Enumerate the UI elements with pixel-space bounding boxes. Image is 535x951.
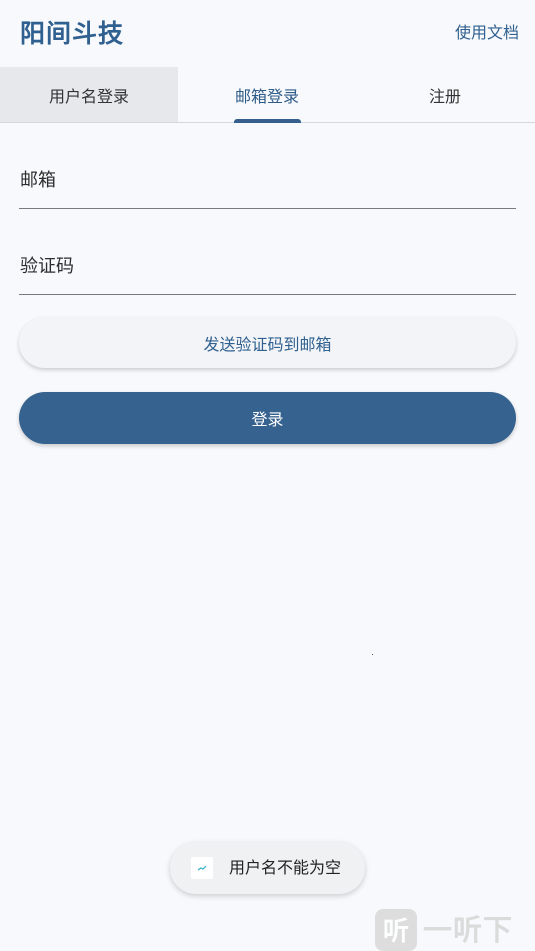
tab-label: 注册	[428, 86, 461, 106]
verification-code-field[interactable]: 验证码	[19, 238, 516, 295]
stray-dot	[372, 654, 373, 655]
tab-username-login[interactable]: 用户名登录	[0, 67, 178, 122]
toast-message: 用户名不能为空	[229, 858, 342, 877]
login-button[interactable]: 登录	[19, 392, 516, 444]
watermark-text: 一听下载	[423, 913, 514, 947]
watermark-logo-glyph: 听	[383, 917, 409, 947]
docs-link[interactable]: 使用文档	[455, 21, 519, 45]
watermark: 听 一听下载	[375, 907, 535, 951]
tab-register[interactable]: 注册	[356, 67, 534, 122]
tab-label: 邮箱登录	[234, 86, 299, 106]
send-code-button[interactable]: 发送验证码到邮箱	[19, 317, 516, 368]
tingo-logo-icon: 听	[375, 909, 417, 951]
tab-email-login[interactable]: 邮箱登录	[178, 67, 356, 123]
toast-notification: 用户名不能为空	[170, 842, 365, 894]
login-tabs: 用户名登录 邮箱登录 注册	[0, 67, 535, 123]
app-icon	[191, 857, 213, 879]
active-tab-indicator	[234, 119, 301, 123]
email-field-label: 邮箱	[20, 170, 56, 191]
tab-label: 用户名登录	[48, 86, 129, 106]
app-title: 阳间斗技	[20, 19, 125, 48]
email-field[interactable]: 邮箱	[19, 152, 516, 209]
login-screen: 阳间斗技 使用文档 用户名登录 邮箱登录 注册 邮箱 验证码 发送验证码到邮箱 …	[0, 0, 535, 951]
verification-code-label: 验证码	[20, 256, 74, 277]
